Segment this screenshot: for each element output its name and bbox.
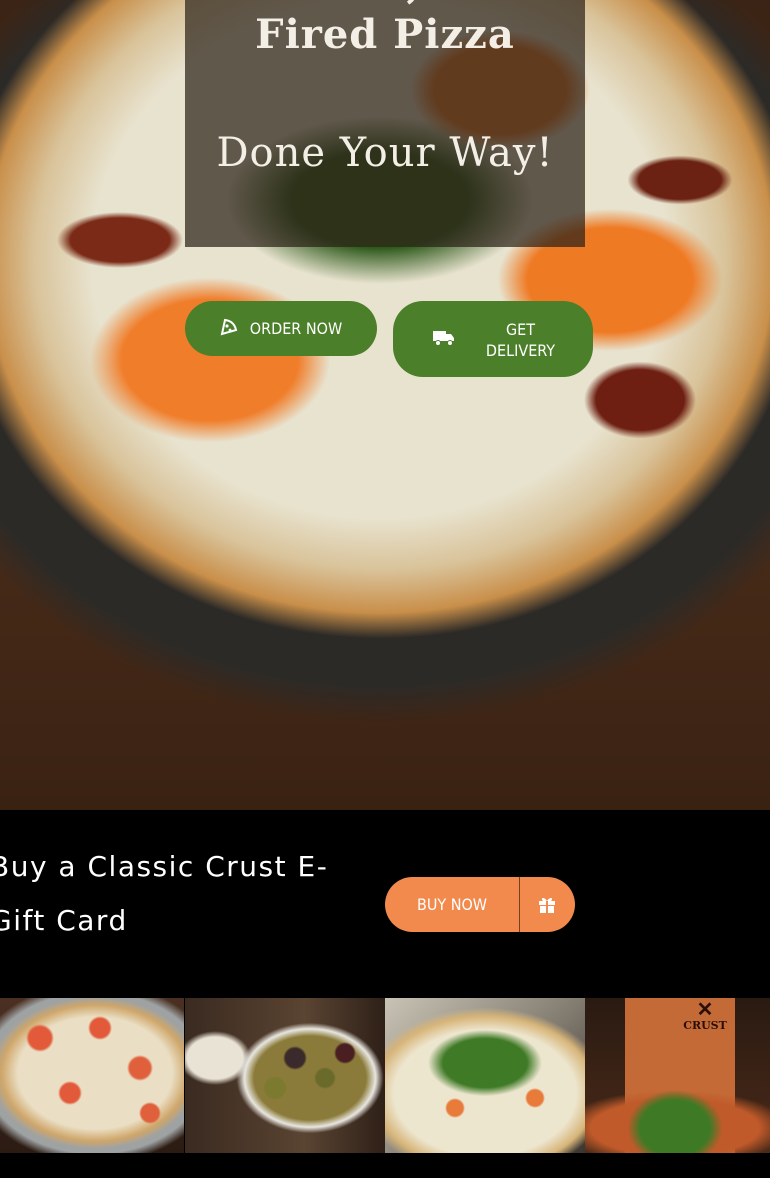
gift-card-promo-text: Buy a Classic Crust E-Gift Card (0, 850, 329, 937)
order-now-label: ORDER NOW (249, 319, 343, 338)
gift-icon (538, 896, 556, 917)
crust-logo: ✕ CRUST (683, 998, 727, 1032)
get-delivery-label: GET DELIVERY (485, 320, 556, 360)
gallery-photo-beer[interactable]: ✕ CRUST (585, 998, 770, 1153)
truck-icon (433, 329, 455, 351)
button-divider (519, 877, 520, 932)
buy-now-label: BUY NOW (416, 895, 488, 914)
buy-gift-card-button[interactable]: BUY NOW (385, 877, 575, 932)
hero-subtitle: Done Your Way! (216, 130, 554, 176)
pizza-slice-icon (220, 318, 238, 340)
hero-title: Delicious, Wood-Fired Pizza (189, 0, 580, 58)
hero-section: Delicious, Wood-Fired Pizza Done Your Wa… (0, 0, 770, 810)
gallery-photo-olives[interactable] (185, 998, 385, 1153)
gallery-photo-arugula-pizza[interactable] (385, 998, 585, 1153)
gallery-photo-pizza[interactable] (0, 998, 184, 1153)
get-delivery-button[interactable]: GET DELIVERY (393, 301, 593, 377)
bottom-bar (0, 1153, 770, 1178)
photo-gallery: ✕ CRUST (0, 998, 770, 1153)
order-now-button[interactable]: ORDER NOW (185, 301, 377, 356)
